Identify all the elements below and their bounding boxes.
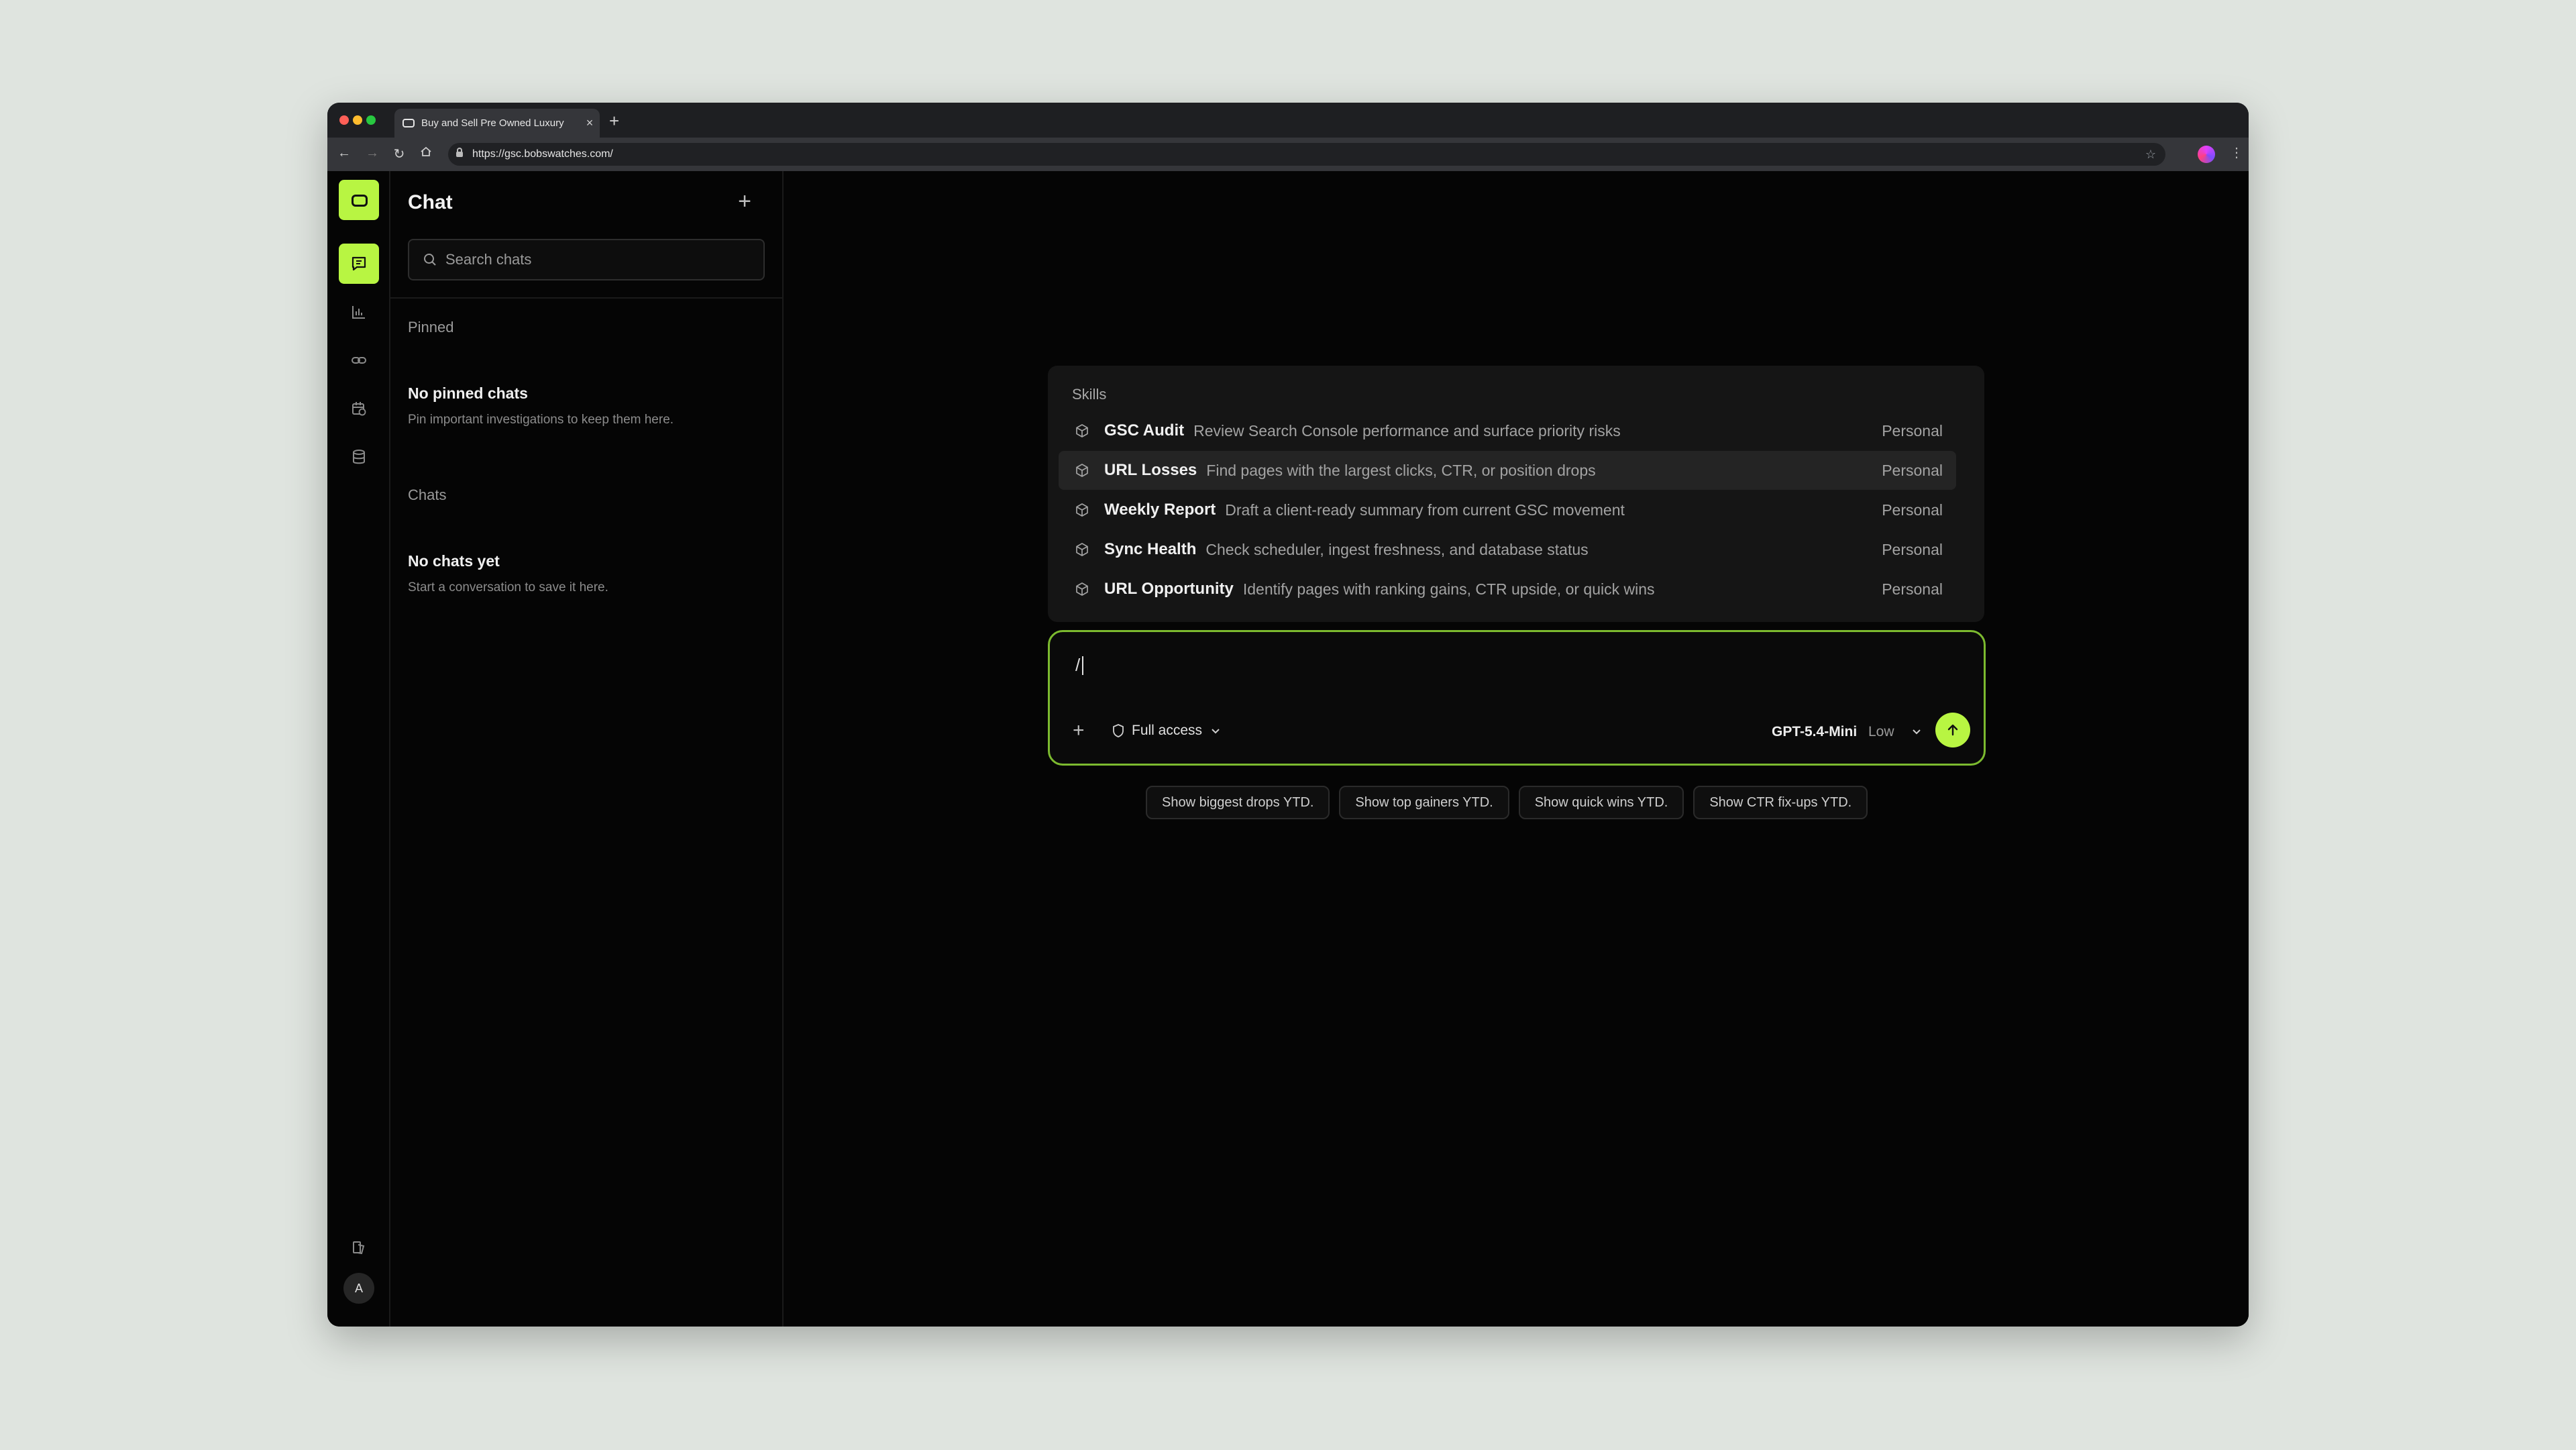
skill-name: Sync Health [1104, 540, 1197, 558]
cube-icon [1073, 423, 1091, 438]
browser-toolbar: ← → ↻ https://gsc.bobswatches.com/ ☆ ⋮ [327, 138, 2249, 171]
sidebar-divider [389, 297, 782, 299]
database-icon [353, 450, 365, 464]
skill-name: URL Opportunity [1104, 580, 1234, 598]
skills-title: Skills [1072, 386, 1107, 403]
nav-rail: A [327, 171, 390, 1327]
skill-description: Draft a client-ready summary from curren… [1225, 501, 1625, 519]
cube-icon [1073, 503, 1091, 517]
tab-title: Buy and Sell Pre Owned Luxury [421, 117, 564, 129]
skill-tag: Personal [1882, 421, 1943, 439]
message-composer[interactable]: / + Full access GPT-5.4-Mini Low [1048, 630, 1986, 766]
cube-icon [1073, 463, 1091, 478]
url-text: https://gsc.bobswatches.com/ [472, 148, 613, 160]
bar-chart-icon [352, 306, 365, 319]
back-icon[interactable]: ← [335, 146, 353, 161]
rail-schedule-button[interactable] [339, 389, 379, 429]
favicon-icon [402, 119, 415, 127]
skill-tag: Personal [1882, 580, 1943, 598]
skill-item-sync-health[interactable]: Sync Health Check scheduler, ingest fres… [1059, 530, 1956, 569]
cube-icon [1073, 582, 1091, 597]
search-icon [424, 254, 436, 266]
book-icon [353, 1241, 365, 1255]
sidebar-title: Chat [408, 191, 453, 213]
rail-chat-button[interactable] [339, 244, 379, 284]
more-menu-icon[interactable]: ⋮ [2230, 144, 2243, 161]
shield-icon [1112, 723, 1125, 738]
send-button[interactable] [1935, 713, 1970, 747]
skill-name: GSC Audit [1104, 421, 1185, 439]
model-selector[interactable]: GPT-5.4-Mini [1772, 724, 1857, 740]
bookmark-star-icon[interactable]: ☆ [2145, 148, 2156, 162]
attach-button[interactable]: + [1073, 719, 1085, 742]
skill-name: URL Losses [1104, 461, 1197, 479]
calendar-clock-icon [352, 402, 366, 416]
chevron-down-icon [1210, 725, 1221, 736]
access-label: Full access [1132, 723, 1203, 738]
pinned-empty-title: No pinned chats [408, 384, 528, 402]
user-avatar[interactable]: A [343, 1273, 374, 1304]
browser-tab[interactable]: Buy and Sell Pre Owned Luxury × [394, 109, 600, 138]
arrow-up-icon [1947, 724, 1958, 736]
chats-empty-subtitle: Start a conversation to save it here. [408, 580, 608, 594]
logo-icon [352, 195, 368, 207]
app-root: A Chat + Pinned No pinned chats Pin impo… [327, 171, 2249, 1327]
suggestion-chip[interactable]: Show top gainers YTD. [1339, 786, 1509, 819]
lock-icon [456, 148, 463, 157]
home-icon[interactable] [417, 146, 435, 162]
suggestion-chip[interactable]: Show CTR fix-ups YTD. [1693, 786, 1868, 819]
skill-description: Find pages with the largest clicks, CTR,… [1206, 461, 1596, 479]
skill-item-weekly-report[interactable]: Weekly Report Draft a client-ready summa… [1059, 490, 1956, 529]
new-chat-button[interactable]: + [731, 189, 758, 215]
app-logo[interactable] [339, 180, 379, 220]
suggestion-chip[interactable]: Show quick wins YTD. [1518, 786, 1684, 819]
search-input[interactable] [444, 250, 755, 269]
chevron-down-icon[interactable] [1911, 724, 1922, 739]
pinned-empty-subtitle: Pin important investigations to keep the… [408, 413, 674, 427]
main-panel: Skills GSC Audit Review Search Console p… [784, 171, 2249, 1327]
cube-icon [1073, 542, 1091, 557]
skill-tag: Personal [1882, 461, 1943, 479]
new-tab-icon[interactable]: + [609, 111, 619, 132]
skill-name: Weekly Report [1104, 501, 1216, 519]
chat-sidebar: Chat + Pinned No pinned chats Pin import… [389, 171, 784, 1327]
skill-description: Identify pages with ranking gains, CTR u… [1242, 580, 1655, 598]
forward-icon[interactable]: → [364, 146, 381, 161]
link-icon [352, 357, 366, 364]
tab-strip: Buy and Sell Pre Owned Luxury × + [327, 103, 2249, 138]
pinned-label: Pinned [408, 319, 454, 335]
chats-empty-title: No chats yet [408, 552, 500, 570]
address-bar[interactable]: https://gsc.bobswatches.com/ ☆ [448, 143, 2165, 166]
suggestion-chips: Show biggest drops YTD. Show top gainers… [1146, 786, 1868, 819]
skill-description: Review Search Console performance and su… [1193, 421, 1621, 439]
composer-input-text[interactable]: / [1075, 655, 1080, 676]
chats-label: Chats [408, 486, 447, 503]
minimize-window-button[interactable] [353, 115, 362, 125]
effort-selector[interactable]: Low [1868, 724, 1894, 740]
suggestion-chip[interactable]: Show biggest drops YTD. [1146, 786, 1330, 819]
reload-icon[interactable]: ↻ [390, 146, 408, 162]
close-tab-icon[interactable]: × [580, 116, 600, 130]
skill-item-url-opportunity[interactable]: URL Opportunity Identify pages with rank… [1059, 570, 1956, 609]
search-box[interactable] [408, 239, 765, 280]
rail-analytics-button[interactable] [339, 292, 379, 332]
text-caret [1082, 656, 1083, 675]
rail-database-button[interactable] [339, 437, 379, 477]
skill-item-url-losses[interactable]: URL Losses Find pages with the largest c… [1059, 451, 1956, 490]
rail-links-button[interactable] [339, 340, 379, 380]
profile-avatar-icon[interactable] [2198, 146, 2215, 163]
skill-item-gsc-audit[interactable]: GSC Audit Review Search Console performa… [1059, 411, 1956, 450]
access-selector[interactable]: Full access [1112, 723, 1221, 739]
chat-icon [352, 256, 366, 271]
skill-tag: Personal [1882, 540, 1943, 558]
browser-window: Buy and Sell Pre Owned Luxury × + ← → ↻ … [327, 103, 2249, 1327]
skills-menu: Skills GSC Audit Review Search Console p… [1048, 366, 1984, 622]
maximize-window-button[interactable] [366, 115, 376, 125]
rail-docs-button[interactable] [339, 1227, 379, 1267]
close-window-button[interactable] [339, 115, 349, 125]
skill-description: Check scheduler, ingest freshness, and d… [1205, 540, 1589, 558]
skill-tag: Personal [1882, 501, 1943, 519]
